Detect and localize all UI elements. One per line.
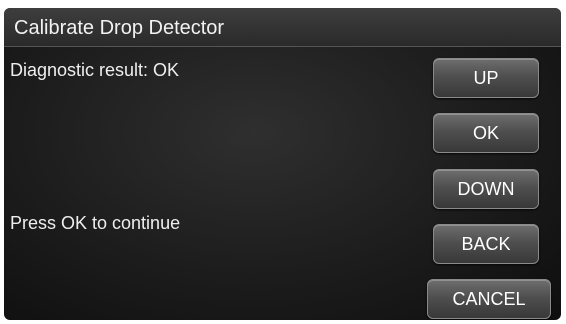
down-button[interactable]: DOWN: [433, 169, 539, 209]
cancel-button-label: CANCEL: [452, 288, 526, 309]
page-title: Calibrate Drop Detector: [14, 17, 225, 39]
diagnostic-result-text: Diagnostic result: OK: [10, 60, 180, 80]
ok-button-label: OK: [472, 122, 499, 143]
printer-panel-screen: Calibrate Drop Detector Diagnostic resul…: [4, 8, 561, 320]
up-button[interactable]: UP: [433, 58, 539, 98]
continue-prompt-text: Press OK to continue: [10, 213, 181, 233]
ok-button[interactable]: OK: [433, 113, 539, 153]
back-button-label: BACK: [461, 233, 511, 254]
title-bar: Calibrate Drop Detector: [4, 8, 561, 47]
up-button-label: UP: [473, 67, 499, 88]
down-button-label: DOWN: [457, 178, 515, 199]
cancel-button[interactable]: CANCEL: [427, 279, 551, 319]
back-button[interactable]: BACK: [433, 224, 539, 264]
